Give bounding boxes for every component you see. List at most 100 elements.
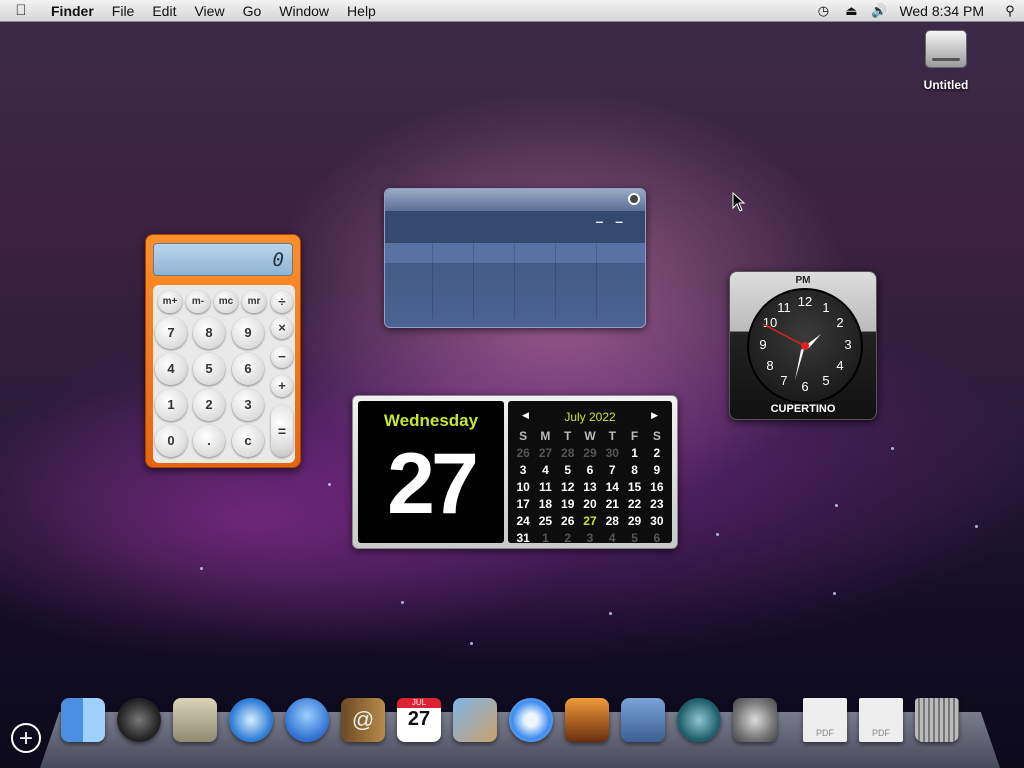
calculator-display: 0: [153, 243, 293, 276]
dock-ichat-icon[interactable]: [285, 698, 329, 742]
divide-button[interactable]: ÷: [271, 291, 293, 313]
key-6[interactable]: 6: [232, 353, 264, 385]
ical-month-title: July 2022: [564, 410, 616, 424]
clear-button[interactable]: c: [232, 425, 264, 457]
mem-clear-button[interactable]: mc: [214, 291, 238, 313]
mem-plus-button[interactable]: m+: [158, 291, 182, 313]
mem-recall-button[interactable]: mr: [242, 291, 266, 313]
key-7[interactable]: 7: [155, 317, 187, 349]
dock-iphoto-icon[interactable]: [453, 698, 497, 742]
blank-widget: – –: [384, 188, 646, 328]
menu-go[interactable]: Go: [234, 3, 271, 19]
weekday-header: F: [630, 428, 639, 443]
calendar-day: 16: [650, 479, 664, 494]
ical-day-panel[interactable]: Wednesday 27: [358, 401, 504, 543]
menu-file[interactable]: File: [103, 3, 144, 19]
calendar-day: 26: [516, 445, 530, 460]
time-machine-icon[interactable]: ◷: [809, 3, 837, 19]
calendar-day: 10: [516, 479, 530, 494]
ical-month-grid: S M T W T F S 26 27 28 29 30 1 2 3 4 5 6…: [512, 427, 668, 546]
apple-menu-icon[interactable]: : [0, 2, 42, 19]
weekday-header: T: [608, 428, 616, 443]
dock-ical-icon[interactable]: JUL 27: [397, 698, 441, 742]
dock-dashboard-icon[interactable]: [117, 698, 161, 742]
calendar-day: 11: [539, 479, 552, 494]
key-2[interactable]: 2: [193, 389, 225, 421]
add-button[interactable]: +: [271, 375, 293, 397]
dock-spaces-icon[interactable]: [621, 698, 665, 742]
calendar-day: 5: [564, 462, 572, 477]
calendar-day: 30: [605, 445, 619, 460]
clock-face: 12 1 2 3 4 5 6 7 8 9 10 11: [747, 288, 863, 404]
blank-widget-header: [385, 189, 645, 211]
spotlight-search-icon[interactable]: ⚲: [996, 3, 1024, 19]
key-0[interactable]: 0: [155, 425, 187, 457]
ical-widget[interactable]: Wednesday 27 ◀ July 2022 ▶ S M T W T F S…: [352, 395, 678, 549]
dock-photo-booth-icon[interactable]: [565, 698, 609, 742]
decimal-button[interactable]: .: [193, 425, 225, 457]
calendar-day: 7: [608, 462, 616, 477]
ical-day-name: Wednesday: [383, 411, 479, 430]
clock-hands: [762, 323, 821, 380]
calendar-day: 17: [516, 496, 530, 511]
weekday-header: T: [564, 428, 572, 443]
key-3[interactable]: 3: [232, 389, 264, 421]
calendar-day: 12: [561, 479, 575, 494]
world-clock-widget[interactable]: PM 12 1 2 3 4 5 6 7 8 9 10 11 CUPERTINO: [729, 271, 877, 420]
calendar-day: 31: [516, 530, 530, 545]
blank-widget-dashes: – –: [595, 213, 627, 229]
calendar-day: 9: [653, 462, 661, 477]
dock-address-book-icon[interactable]: @: [341, 698, 385, 742]
add-widget-button[interactable]: +: [11, 723, 41, 753]
key-4[interactable]: 4: [155, 353, 187, 385]
calculator-keypad: m+ m- mc mr ÷ 7 8 9 × 4 5 6 − 1 2 3 + 0 …: [153, 285, 295, 463]
calendar-day: 13: [583, 479, 597, 494]
menu-app-finder[interactable]: Finder: [42, 3, 103, 19]
key-8[interactable]: 8: [193, 317, 225, 349]
dock-pdf-document-icon[interactable]: PDF: [859, 698, 903, 742]
dock-itunes-icon[interactable]: [509, 698, 553, 742]
calendar-day: 29: [583, 445, 597, 460]
mem-minus-button[interactable]: m-: [186, 291, 210, 313]
dock-system-preferences-icon[interactable]: [733, 698, 777, 742]
multiply-button[interactable]: ×: [271, 317, 293, 339]
next-month-icon[interactable]: ▶: [651, 410, 658, 421]
menu-edit[interactable]: Edit: [143, 3, 185, 19]
calendar-day: 2: [653, 445, 661, 460]
menu-help[interactable]: Help: [338, 3, 385, 19]
key-9[interactable]: 9: [232, 317, 264, 349]
dock-time-machine-icon[interactable]: [677, 698, 721, 742]
volume-icon[interactable]: 🔊: [865, 3, 893, 19]
calendar-day: 3: [519, 462, 527, 477]
desktop-disk-untitled[interactable]: Untitled: [913, 30, 979, 92]
disk-label: Untitled: [923, 78, 969, 92]
eject-icon[interactable]: ⏏: [837, 3, 865, 19]
weekday-header: W: [584, 428, 596, 443]
equals-button[interactable]: =: [271, 405, 293, 457]
calendar-day: 6: [653, 530, 661, 545]
calendar-day: 19: [561, 496, 575, 511]
close-icon[interactable]: [628, 193, 640, 205]
key-5[interactable]: 5: [193, 353, 225, 385]
menubar-clock[interactable]: Wed 8:34 PM: [893, 3, 996, 19]
dock-safari-icon[interactable]: [229, 698, 273, 742]
subtract-button[interactable]: −: [271, 346, 293, 368]
calendar-day: 27: [538, 445, 553, 460]
dock-pdf-document-icon[interactable]: PDF: [803, 698, 847, 742]
dock-trash-icon[interactable]: [915, 698, 959, 742]
calendar-day: 6: [586, 462, 594, 477]
calendar-day: 5: [631, 530, 638, 545]
menu-window[interactable]: Window: [270, 3, 338, 19]
calendar-day: 22: [627, 496, 642, 511]
calendar-day: 18: [538, 496, 553, 511]
calendar-day: 4: [608, 530, 616, 545]
key-1[interactable]: 1: [155, 389, 187, 421]
dock-mail-icon[interactable]: [173, 698, 217, 742]
calendar-day: 23: [650, 496, 664, 511]
calendar-day: 3: [586, 530, 594, 545]
menu-view[interactable]: View: [185, 3, 233, 19]
calendar-day: 14: [605, 479, 619, 494]
dock-finder-icon[interactable]: [61, 698, 105, 742]
calendar-day-today: 27: [583, 513, 597, 528]
ical-day-number: 27: [387, 436, 479, 532]
